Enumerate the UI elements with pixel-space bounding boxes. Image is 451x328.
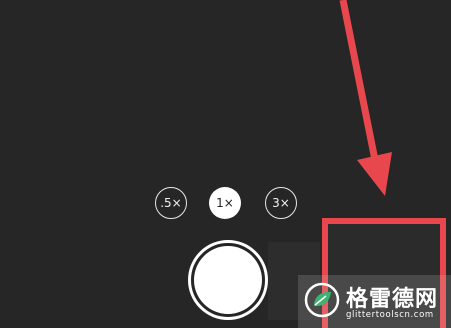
watermark-title: 格雷德网 — [346, 287, 439, 312]
camera-screen: .5× 1× 3× 格雷德网 glittertoolscn.com — [0, 0, 451, 328]
zoom-0-5x-button[interactable]: .5× — [155, 187, 187, 219]
shutter-icon — [194, 246, 262, 314]
zoom-1x-button[interactable]: 1× — [209, 187, 241, 219]
shutter-button[interactable] — [188, 240, 268, 320]
zoom-3x-button[interactable]: 3× — [265, 187, 297, 219]
g-leaf-logo-icon — [304, 282, 340, 318]
watermark-url: glittertoolscn.com — [346, 310, 434, 320]
